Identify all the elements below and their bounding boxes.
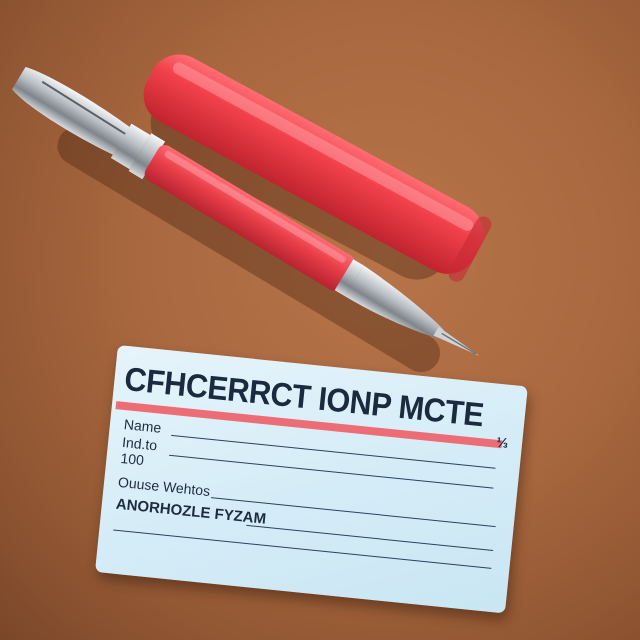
card-corner-mark: ⅓ bbox=[495, 433, 509, 451]
photo-scene: CFHCERRCT IONP MCTE ⅓ Name Ind.to 100 Ou… bbox=[0, 0, 640, 640]
card-field-label-4: Ouuse Wehtos bbox=[117, 473, 211, 500]
card-field-line-2 bbox=[169, 454, 494, 489]
card-field-label-1: Name bbox=[123, 416, 163, 436]
card-field-line-6 bbox=[113, 529, 492, 569]
card-field-label-3: 100 bbox=[119, 449, 145, 469]
name-card: CFHCERRCT IONP MCTE ⅓ Name Ind.to 100 Ou… bbox=[94, 345, 528, 614]
